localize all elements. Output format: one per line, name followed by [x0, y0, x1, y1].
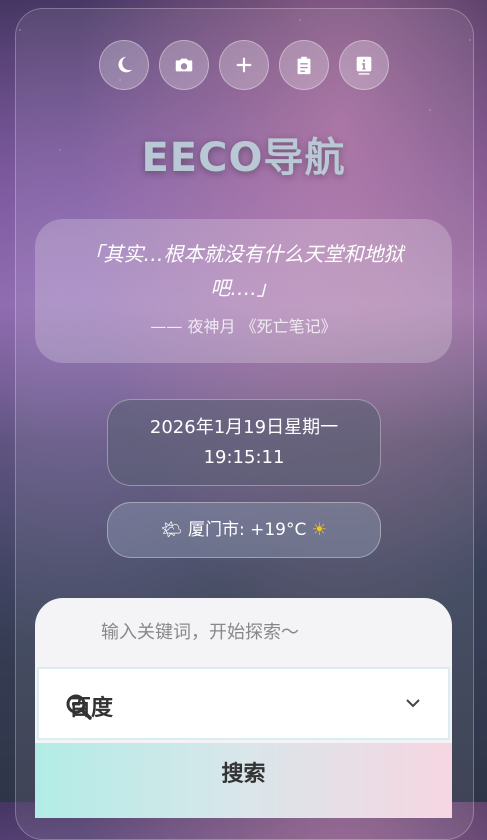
- clipboard-icon: [297, 56, 310, 75]
- camera-icon: [175, 58, 192, 72]
- clock-date: 2026年1月19日星期一: [149, 417, 339, 438]
- theme-toggle-button[interactable]: [98, 40, 149, 90]
- partly-cloudy-icon: 🌤: [160, 520, 183, 540]
- add-button[interactable]: [218, 40, 269, 90]
- quote-text: 「其实…根本就没有什么天堂和地狱吧….」: [83, 242, 404, 300]
- info-button[interactable]: [338, 40, 389, 90]
- clock-time: 19:15:11: [203, 447, 285, 468]
- search-button[interactable]: 搜索: [35, 743, 452, 818]
- screenshot-button[interactable]: [158, 40, 209, 90]
- info-icon: [356, 56, 371, 75]
- search-input[interactable]: [35, 598, 452, 666]
- sun-icon: ☀: [311, 520, 328, 540]
- plus-icon: [236, 57, 251, 73]
- clipboard-button[interactable]: [278, 40, 329, 90]
- site-title: EECO导航: [141, 135, 346, 181]
- toolbar: [0, 40, 487, 90]
- moon-icon: [117, 56, 132, 73]
- weather-text: 厦门市: +19°C: [187, 520, 307, 540]
- quote-source: —— 夜神月 《死亡笔记》: [150, 317, 337, 336]
- search-panel: 百度 搜索: [35, 598, 452, 818]
- weather-widget: 🌤 厦门市: +19°C ☀: [107, 502, 381, 558]
- quote-card: 「其实…根本就没有什么天堂和地狱吧….」 —— 夜神月 《死亡笔记》: [35, 219, 452, 363]
- chevron-down-icon: [406, 699, 420, 708]
- search-engine-select[interactable]: 百度: [37, 667, 450, 740]
- search-icon: [66, 694, 92, 720]
- clock-widget: 2026年1月19日星期一 19:15:11: [107, 399, 381, 486]
